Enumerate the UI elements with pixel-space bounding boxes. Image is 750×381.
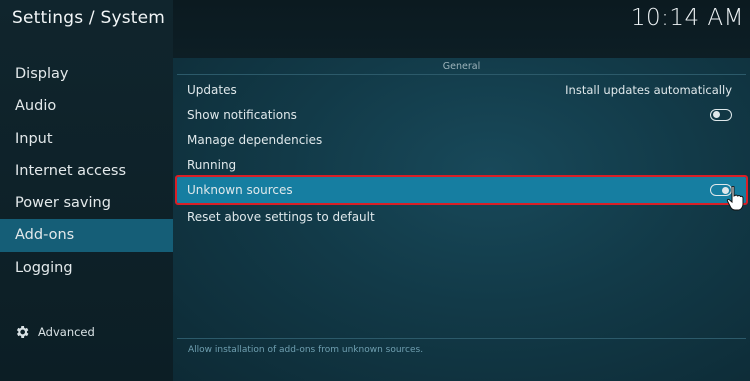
- main-area: 10:14 AM General Updates Install updates…: [173, 0, 750, 381]
- section-label: General: [442, 61, 481, 72]
- sidebar-item-input[interactable]: Input: [0, 123, 173, 155]
- setting-label: Manage dependencies: [187, 132, 323, 147]
- setting-label: Running: [187, 157, 237, 172]
- setting-unknown-sources[interactable]: Unknown sources: [175, 175, 748, 205]
- sidebar-menu: Display Audio Input Internet access Powe…: [0, 58, 173, 284]
- settings-panel: General Updates Install updates automati…: [173, 58, 750, 381]
- clock: 10:14 AM: [630, 5, 744, 31]
- setting-value: Install updates automatically: [565, 82, 732, 97]
- setting-reset-defaults[interactable]: Reset above settings to default: [177, 204, 746, 229]
- setting-label: Updates: [187, 82, 237, 97]
- advanced-label: Advanced: [38, 325, 95, 339]
- setting-show-notifications[interactable]: Show notifications: [177, 102, 746, 127]
- mouse-pointer-icon: [726, 186, 744, 211]
- sidebar-item-internet-access[interactable]: Internet access: [0, 155, 173, 187]
- hint-text: Allow installation of add-ons from unkno…: [188, 345, 424, 355]
- top-bar: 10:14 AM: [173, 0, 750, 58]
- setting-label: Show notifications: [187, 107, 297, 122]
- advanced-button[interactable]: Advanced: [14, 323, 95, 341]
- sidebar: Settings / System Display Audio Input In…: [0, 0, 173, 381]
- toggle-knob: [713, 111, 720, 118]
- footer-divider: [177, 338, 746, 339]
- setting-manage-dependencies[interactable]: Manage dependencies: [177, 127, 746, 152]
- setting-updates[interactable]: Updates Install updates automatically: [177, 77, 746, 102]
- sidebar-item-logging[interactable]: Logging: [0, 252, 173, 284]
- sidebar-item-add-ons[interactable]: Add-ons: [0, 219, 173, 252]
- sidebar-item-display[interactable]: Display: [0, 58, 173, 90]
- sidebar-item-audio[interactable]: Audio: [0, 90, 173, 122]
- setting-running[interactable]: Running: [177, 152, 746, 177]
- setting-label: Unknown sources: [187, 183, 293, 197]
- section-divider: [177, 74, 746, 75]
- setting-label: Reset above settings to default: [187, 209, 375, 224]
- page-title: Settings / System: [12, 8, 166, 28]
- gear-icon: [16, 326, 29, 338]
- toggle-off-icon[interactable]: [710, 108, 732, 121]
- sidebar-item-power-saving[interactable]: Power saving: [0, 187, 173, 219]
